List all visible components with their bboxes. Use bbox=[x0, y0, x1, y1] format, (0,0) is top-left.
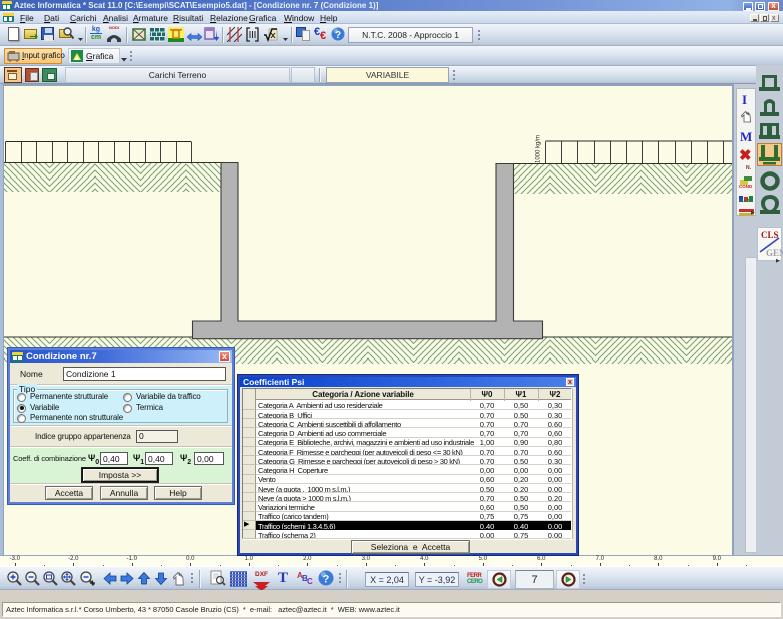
svg-text:?: ? bbox=[335, 30, 341, 41]
svg-text:?: ? bbox=[323, 574, 330, 586]
svg-text:1000 kg/m: 1000 kg/m bbox=[536, 135, 542, 163]
